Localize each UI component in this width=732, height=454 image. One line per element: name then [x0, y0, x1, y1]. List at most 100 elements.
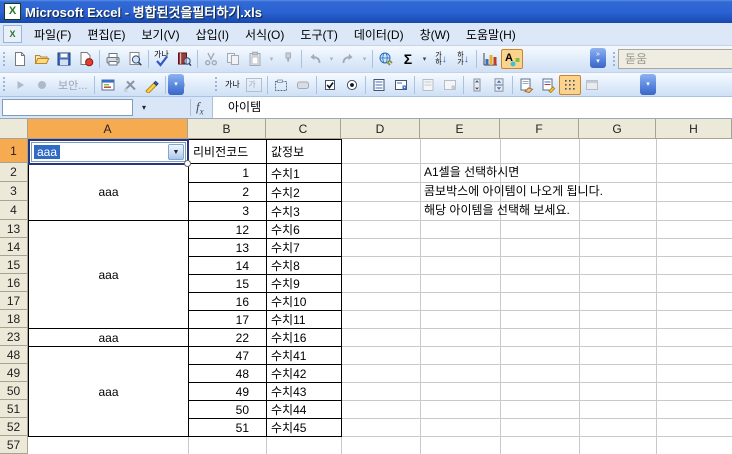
print-button[interactable] [102, 49, 124, 69]
listbox-control-button[interactable] [368, 75, 390, 95]
toolbox-button[interactable] [119, 75, 141, 95]
row-header[interactable]: 14 [0, 238, 28, 256]
cell-c51[interactable]: 수치44 [266, 400, 342, 419]
cell-b18[interactable]: 17 [188, 310, 267, 329]
row-header[interactable]: 15 [0, 256, 28, 274]
row-header[interactable]: 50 [0, 382, 28, 400]
column-header-d[interactable]: D [341, 119, 420, 139]
cell-c16[interactable]: 수치9 [266, 274, 342, 293]
sheet-icon[interactable]: X [3, 25, 22, 43]
formula-input[interactable]: 아이템 [212, 97, 732, 118]
drawing-button[interactable]: A [501, 49, 523, 69]
merged-cell-a23[interactable]: aaa [28, 328, 189, 347]
edit-code-button[interactable] [537, 75, 559, 95]
design-mode-button[interactable] [141, 75, 163, 95]
row-header[interactable]: 52 [0, 418, 28, 436]
cell-b52[interactable]: 51 [188, 418, 267, 437]
cell-b23[interactable]: 22 [188, 328, 267, 347]
print-preview-button[interactable] [124, 49, 146, 69]
combobox-resize-handle[interactable] [184, 160, 191, 167]
spelling-button[interactable]: 가나 [151, 49, 173, 69]
cell-b16[interactable]: 15 [188, 274, 267, 293]
menu-help[interactable]: 도움말(H) [458, 24, 524, 45]
excel-app-icon[interactable]: X [4, 3, 21, 20]
scrollbar-control-button[interactable] [466, 75, 488, 95]
select-all-corner[interactable] [0, 119, 28, 139]
fx-icon[interactable]: fx [196, 99, 212, 117]
merged-cell-a2-a4[interactable]: aaa [28, 163, 189, 221]
toolbar-grip[interactable] [612, 51, 616, 68]
cell-c18[interactable]: 수치11 [266, 310, 342, 329]
menu-view[interactable]: 보기(V) [133, 24, 187, 45]
cell-b13[interactable]: 12 [188, 220, 267, 239]
forms-toolbar-options-chevron[interactable]: ▾ [640, 74, 656, 95]
row-header[interactable]: 23 [0, 328, 28, 346]
column-header-c[interactable]: C [266, 119, 341, 139]
cell-c49[interactable]: 수치42 [266, 364, 342, 383]
column-header-f[interactable]: F [500, 119, 579, 139]
row-header[interactable]: 18 [0, 310, 28, 328]
cell-b14[interactable]: 13 [188, 238, 267, 257]
chart-wizard-button[interactable] [479, 49, 501, 69]
cell-b48[interactable]: 47 [188, 346, 267, 365]
row-header[interactable]: 57 [0, 436, 28, 454]
new-document-button[interactable] [9, 49, 31, 69]
column-header-g[interactable]: G [579, 119, 656, 139]
column-header-a[interactable]: A [28, 119, 188, 139]
menu-format[interactable]: 서식(O) [237, 24, 292, 45]
merged-cell-a13-a18[interactable]: aaa [28, 220, 189, 329]
cell-c14[interactable]: 수치7 [266, 238, 342, 257]
note-line-3[interactable]: 해당 아이템을 선택해 보세요. [424, 201, 570, 220]
toggle-grid-button[interactable] [559, 74, 582, 95]
row-header[interactable]: 3 [0, 182, 28, 201]
menu-data[interactable]: 데이터(D) [346, 24, 412, 45]
row-header[interactable]: 4 [0, 201, 28, 220]
label-control-button[interactable]: 가나 [221, 75, 243, 95]
cell-b3[interactable]: 2 [188, 182, 267, 202]
a1-combobox[interactable]: aaa ▼ [31, 142, 186, 162]
vb-editor-button[interactable] [97, 75, 119, 95]
cell-b17[interactable]: 16 [188, 292, 267, 311]
row-header[interactable]: 49 [0, 364, 28, 382]
cell-c13[interactable]: 수치6 [266, 220, 342, 239]
open-button[interactable] [31, 49, 53, 69]
cell-c52[interactable]: 수치45 [266, 418, 342, 437]
cell-c23[interactable]: 수치16 [266, 328, 342, 347]
name-box-dropdown[interactable]: ▾ [135, 99, 153, 116]
research-button[interactable] [173, 49, 195, 69]
combobox-control-button[interactable] [390, 75, 412, 95]
menu-tools[interactable]: 도구(T) [292, 24, 345, 45]
menu-edit[interactable]: 편집(E) [79, 24, 133, 45]
cell-b4[interactable]: 3 [188, 201, 267, 221]
cell-b1[interactable]: 리비전코드 [188, 139, 267, 164]
cell-b49[interactable]: 48 [188, 364, 267, 383]
row-header[interactable]: 48 [0, 346, 28, 364]
cell-b15[interactable]: 14 [188, 256, 267, 275]
menu-insert[interactable]: 삽입(I) [188, 24, 237, 45]
column-header-h[interactable]: H [656, 119, 732, 139]
column-header-b[interactable]: B [188, 119, 266, 139]
cell-c48[interactable]: 수치41 [266, 346, 342, 365]
vb-toolbar-options-chevron[interactable]: ▾ [168, 74, 184, 95]
row-header[interactable]: 51 [0, 400, 28, 418]
cell-c17[interactable]: 수치10 [266, 292, 342, 311]
menu-window[interactable]: 창(W) [412, 24, 458, 45]
name-box[interactable] [2, 99, 133, 116]
insert-hyperlink-button[interactable] [375, 49, 397, 69]
note-line-2[interactable]: 콤보박스에 아이템이 나오게 됩니다. [424, 182, 603, 201]
row-header[interactable]: 17 [0, 292, 28, 310]
cell-c15[interactable]: 수치8 [266, 256, 342, 275]
save-button[interactable] [53, 49, 75, 69]
toolbar-options-chevron[interactable]: » ▾ [590, 48, 606, 68]
cell-c1[interactable]: 값정보 [266, 139, 342, 164]
autosum-dropdown[interactable]: ▾ [419, 49, 430, 69]
row-header[interactable]: 2 [0, 163, 28, 182]
toolbar-grip[interactable] [2, 76, 6, 93]
menu-file[interactable]: 파일(F) [26, 24, 79, 45]
row-header[interactable]: 16 [0, 274, 28, 292]
groupbox-control-button[interactable] [270, 75, 292, 95]
sort-descending-button[interactable]: 하 가 ↓ [452, 49, 474, 69]
cell-b51[interactable]: 50 [188, 400, 267, 419]
cell-c50[interactable]: 수치43 [266, 382, 342, 401]
checkbox-control-button[interactable] [319, 75, 341, 95]
